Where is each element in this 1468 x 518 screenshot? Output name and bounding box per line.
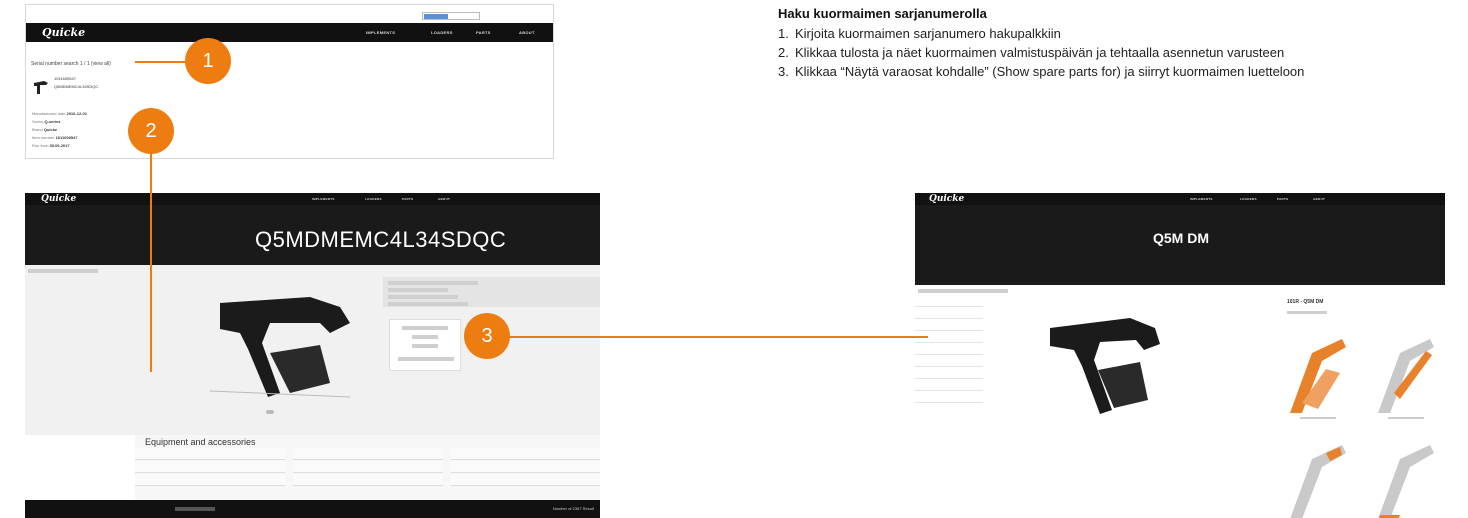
brand-logo[interactable]: Quicke xyxy=(41,194,76,204)
sidebar-item[interactable] xyxy=(915,379,983,391)
nav-item[interactable]: PARTS xyxy=(476,30,491,35)
loader-image-icon xyxy=(209,297,351,398)
part-thumbnail[interactable] xyxy=(1370,433,1442,518)
top-navbar: Quicke IMPLEMENTS LOADERS PARTS ABOUT xyxy=(26,23,553,42)
parts-subtitle xyxy=(1287,311,1327,314)
hero-banner: Q5M DM xyxy=(915,205,1445,285)
nav-item[interactable]: ABOUT xyxy=(438,197,450,201)
hero-banner: Q5MDMEMC4L34SDQC xyxy=(25,205,600,265)
nav-item[interactable]: ABOUT xyxy=(519,30,535,35)
nav-item[interactable]: PARTS xyxy=(1277,197,1288,201)
callout-line-1 xyxy=(135,61,190,63)
instructions-title: Haku kuormaimen sarjanumerolla xyxy=(778,6,987,21)
language-selector[interactable] xyxy=(422,12,480,20)
sidebar-item[interactable] xyxy=(915,319,983,331)
part-thumbnail[interactable] xyxy=(1282,433,1354,518)
sidebar-item[interactable] xyxy=(915,391,983,403)
step-badge-1: 1 xyxy=(185,38,231,84)
nav-item[interactable]: ABOUT xyxy=(1313,197,1325,201)
result-serial[interactable]: Q5MDMEMC4L34SDQC xyxy=(54,84,98,89)
result-heading: Serial number search 1 / 1 (view all) xyxy=(31,61,111,67)
parts-title: 101R - Q5M DM xyxy=(1287,299,1324,305)
part-thumbnail[interactable] xyxy=(1282,333,1354,423)
model-title: Q5M DM xyxy=(1153,230,1209,246)
loader-image-icon xyxy=(1050,318,1160,414)
nav-item[interactable]: IMPLEMENTS xyxy=(312,197,335,201)
serial-title: Q5MDMEMC4L34SDQC xyxy=(255,227,507,252)
nav-item[interactable]: PARTS xyxy=(402,197,413,201)
sidebar-item[interactable] xyxy=(915,307,983,319)
image-pagination[interactable] xyxy=(266,410,274,414)
result-card[interactable]: 1011600547 Q5MDMEMC4L34SDQC xyxy=(32,73,132,105)
page-footer: Number of 2367 Result xyxy=(25,500,600,518)
result-code: 1011600547 xyxy=(54,76,76,81)
instruction-step: 2. Klikkaa tulosta ja näet kuormaimen va… xyxy=(778,45,1285,60)
loader-thumbnail-icon xyxy=(34,81,48,94)
accessories-section: Equipment and accessories xyxy=(135,435,600,500)
top-navbar: Quicke IMPLEMENTS LOADERS PARTS ABOUT xyxy=(915,193,1445,205)
search-result-screenshot: Quicke IMPLEMENTS LOADERS PARTS ABOUT Se… xyxy=(25,4,554,159)
parts-catalogue-screenshot: Quicke IMPLEMENTS LOADERS PARTS ABOUT Q5… xyxy=(915,193,1445,518)
callout-line-2 xyxy=(150,150,152,372)
step-badge-2: 2 xyxy=(128,108,174,154)
nav-item[interactable]: LOADERS xyxy=(1240,197,1257,201)
nav-item[interactable]: LOADERS xyxy=(365,197,382,201)
instruction-step: 1. Kirjoita kuormaimen sarjanumero hakup… xyxy=(778,26,1061,41)
brand-logo[interactable]: Quicke xyxy=(929,194,964,204)
brand-logo[interactable]: Quicke xyxy=(42,26,85,39)
instruction-step: 3. Klikkaa “Näytä varaosat kohdalle” (Sh… xyxy=(778,64,1305,79)
section-title: Equipment and accessories xyxy=(145,437,256,447)
nav-item[interactable]: IMPLEMENTS xyxy=(366,30,395,35)
top-navbar: Quicke IMPLEMENTS LOADERS PARTS ABOUT xyxy=(25,193,600,205)
result-count: Number of 2367 Result xyxy=(552,506,594,511)
nav-item[interactable]: LOADERS xyxy=(431,30,453,35)
breadcrumb xyxy=(28,269,98,273)
callout-line-3 xyxy=(508,336,928,338)
sidebar-item[interactable] xyxy=(915,367,983,379)
nav-item[interactable]: IMPLEMENTS xyxy=(1190,197,1213,201)
sidebar-item[interactable] xyxy=(915,355,983,367)
serial-detail-screenshot: Quicke IMPLEMENTS LOADERS PARTS ABOUT Q5… xyxy=(25,193,600,518)
category-sidebar[interactable] xyxy=(915,295,983,403)
step-badge-3: 3 xyxy=(464,313,510,359)
sidebar-item[interactable] xyxy=(915,295,983,307)
info-box xyxy=(383,277,600,307)
breadcrumb xyxy=(918,289,1008,293)
spare-parts-card[interactable] xyxy=(389,319,461,371)
part-thumbnail[interactable] xyxy=(1370,333,1442,423)
sidebar-item[interactable] xyxy=(915,343,983,355)
instructions-panel: Haku kuormaimen sarjanumerolla 1. Kirjoi… xyxy=(778,6,1448,81)
